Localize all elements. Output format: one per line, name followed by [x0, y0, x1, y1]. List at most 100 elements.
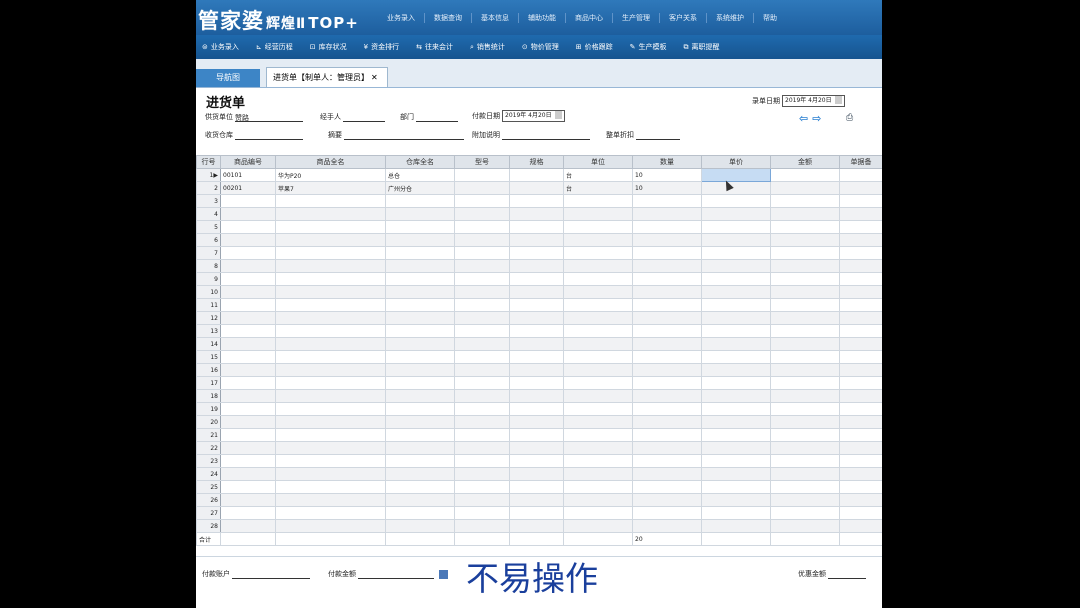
cell-qty[interactable] [632, 506, 702, 520]
cell-note[interactable] [839, 272, 882, 286]
cell-code[interactable] [220, 493, 276, 507]
cell-amount[interactable] [770, 246, 840, 260]
calculator-icon[interactable] [439, 570, 449, 579]
discount-amount-input[interactable] [828, 570, 866, 579]
cell-note[interactable] [839, 480, 882, 494]
column-header[interactable]: 行号 [196, 155, 221, 169]
cell-unit[interactable] [563, 350, 633, 364]
cell-warehouse[interactable] [385, 311, 455, 325]
cell-amount[interactable] [770, 376, 840, 390]
cell-model[interactable] [454, 519, 510, 533]
cell-price[interactable] [701, 259, 771, 273]
cell-note[interactable] [839, 246, 882, 260]
cell-price[interactable] [701, 311, 771, 325]
cell-spec[interactable] [509, 168, 564, 182]
cell-amount[interactable] [770, 194, 840, 208]
table-row[interactable]: 22 [196, 441, 882, 455]
cell-spec[interactable] [509, 493, 564, 507]
cell-name[interactable] [275, 480, 386, 494]
cell-unit[interactable] [563, 207, 633, 221]
cell-code[interactable] [220, 194, 276, 208]
cell-unit[interactable] [563, 493, 633, 507]
cell-spec[interactable] [509, 402, 564, 416]
cell-unit[interactable]: 台 [563, 181, 633, 195]
cell-warehouse[interactable] [385, 376, 455, 390]
cell-code[interactable] [220, 207, 276, 221]
cell-warehouse[interactable] [385, 194, 455, 208]
column-header[interactable]: 仓库全名 [385, 155, 455, 169]
cell-price[interactable] [701, 428, 771, 442]
cell-amount[interactable] [770, 506, 840, 520]
cell-note[interactable] [839, 376, 882, 390]
cell-note[interactable] [839, 285, 882, 299]
cell-price[interactable] [701, 220, 771, 234]
cell-price[interactable] [701, 389, 771, 403]
cell-qty[interactable] [632, 233, 702, 247]
cell-note[interactable] [839, 259, 882, 273]
cell-model[interactable] [454, 207, 510, 221]
cell-name[interactable] [275, 246, 386, 260]
cell-warehouse[interactable] [385, 415, 455, 429]
cell-qty[interactable] [632, 311, 702, 325]
cell-warehouse[interactable] [385, 207, 455, 221]
cell-warehouse[interactable] [385, 233, 455, 247]
cell-model[interactable] [454, 428, 510, 442]
cell-warehouse[interactable] [385, 363, 455, 377]
cell-price[interactable] [701, 350, 771, 364]
cell-qty[interactable] [632, 350, 702, 364]
toolbar-button[interactable]: ⊡ 库存状况 [304, 42, 358, 52]
cell-note[interactable] [839, 194, 882, 208]
cell-qty[interactable] [632, 272, 702, 286]
column-header[interactable]: 商品全名 [275, 155, 386, 169]
cell-model[interactable] [454, 181, 510, 195]
cell-warehouse[interactable] [385, 246, 455, 260]
cell-warehouse[interactable] [385, 272, 455, 286]
table-row[interactable]: 8 [196, 259, 882, 273]
cell-note[interactable] [839, 454, 882, 468]
cell-code[interactable] [220, 363, 276, 377]
cell-qty[interactable] [632, 220, 702, 234]
cell-spec[interactable] [509, 324, 564, 338]
cell-amount[interactable] [770, 207, 840, 221]
cell-code[interactable] [220, 428, 276, 442]
cell-code[interactable] [220, 376, 276, 390]
cell-amount[interactable] [770, 181, 840, 195]
cell-name[interactable] [275, 402, 386, 416]
cell-qty[interactable]: 10 [632, 181, 702, 195]
cell-spec[interactable] [509, 415, 564, 429]
toolbar-button[interactable]: ⧉ 离职提醒 [678, 42, 731, 52]
cell-model[interactable] [454, 480, 510, 494]
cell-amount[interactable] [770, 363, 840, 377]
cell-model[interactable] [454, 402, 510, 416]
doc-date-picker[interactable]: 2019年 4月20日 [782, 95, 845, 107]
column-header[interactable]: 单位 [563, 155, 633, 169]
cell-warehouse[interactable] [385, 324, 455, 338]
cell-warehouse[interactable] [385, 428, 455, 442]
cell-price[interactable] [701, 168, 771, 182]
cell-code[interactable] [220, 259, 276, 273]
menu-item[interactable]: 系统维护 [706, 13, 753, 23]
cell-model[interactable] [454, 168, 510, 182]
cell-unit[interactable] [563, 454, 633, 468]
cell-unit[interactable] [563, 428, 633, 442]
cell-qty[interactable] [632, 441, 702, 455]
cell-price[interactable] [701, 467, 771, 481]
cell-note[interactable] [839, 207, 882, 221]
cell-price[interactable] [701, 337, 771, 351]
cell-spec[interactable] [509, 376, 564, 390]
cell-warehouse[interactable] [385, 220, 455, 234]
cell-code[interactable] [220, 389, 276, 403]
cell-note[interactable] [839, 389, 882, 403]
cell-unit[interactable] [563, 285, 633, 299]
cell-amount[interactable] [770, 454, 840, 468]
cell-name[interactable] [275, 493, 386, 507]
cell-qty[interactable] [632, 324, 702, 338]
table-row[interactable]: 17 [196, 376, 882, 390]
cell-price[interactable] [701, 194, 771, 208]
table-row[interactable]: 15 [196, 350, 882, 364]
cell-price[interactable] [701, 181, 771, 195]
cell-name[interactable] [275, 285, 386, 299]
cell-model[interactable] [454, 454, 510, 468]
table-row[interactable]: 1▶ 00101 华为P20 总仓 台 10 [196, 168, 882, 182]
cell-amount[interactable] [770, 168, 840, 182]
